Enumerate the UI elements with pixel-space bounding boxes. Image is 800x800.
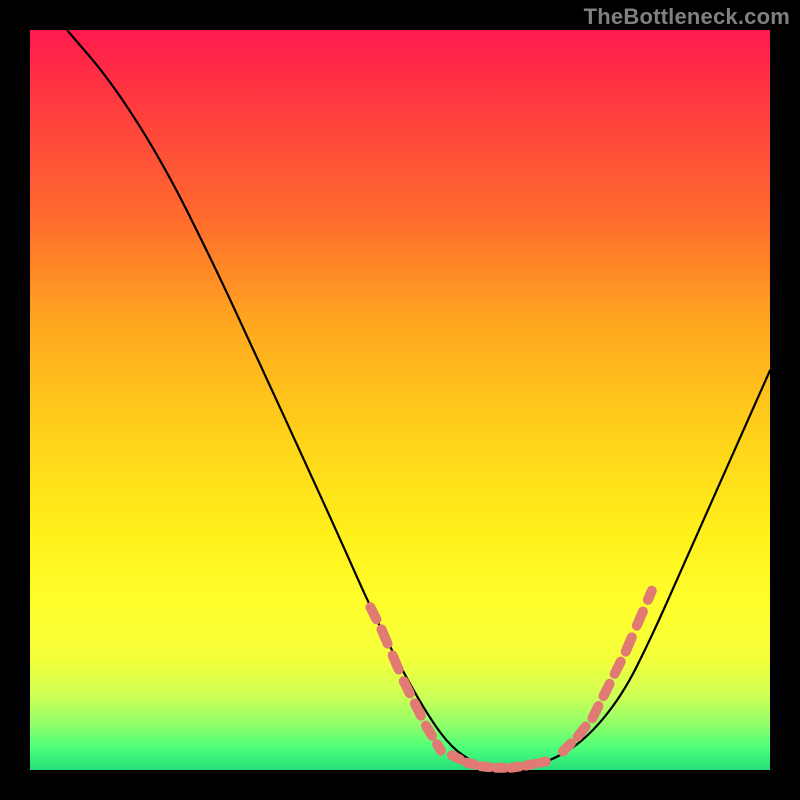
highlight-dots: [370, 591, 651, 768]
highlight-dot: [578, 727, 586, 737]
highlight-dot: [415, 703, 421, 715]
highlight-dot: [592, 706, 598, 718]
highlight-dot: [637, 612, 643, 626]
highlight-dot: [404, 681, 410, 693]
highlight-dot: [563, 743, 571, 751]
chart-plot-area: [30, 30, 770, 770]
highlight-dot: [526, 764, 534, 766]
highlight-dot: [615, 662, 621, 674]
chart-svg: [30, 30, 770, 770]
highlight-dot: [481, 766, 489, 767]
watermark-text: TheBottleneck.com: [584, 4, 790, 30]
highlight-dot: [648, 591, 652, 600]
highlight-dot: [604, 684, 610, 696]
highlight-dot: [437, 744, 441, 751]
bottleneck-curve: [67, 30, 770, 770]
highlight-dot: [467, 763, 475, 765]
highlight-dot: [452, 755, 460, 759]
highlight-dot: [626, 637, 632, 651]
highlight-dot: [511, 767, 519, 768]
highlight-dot: [426, 726, 432, 736]
highlight-dot: [382, 629, 388, 643]
highlight-dot: [370, 607, 376, 619]
highlight-dot: [541, 762, 546, 763]
highlight-dot: [393, 655, 399, 669]
